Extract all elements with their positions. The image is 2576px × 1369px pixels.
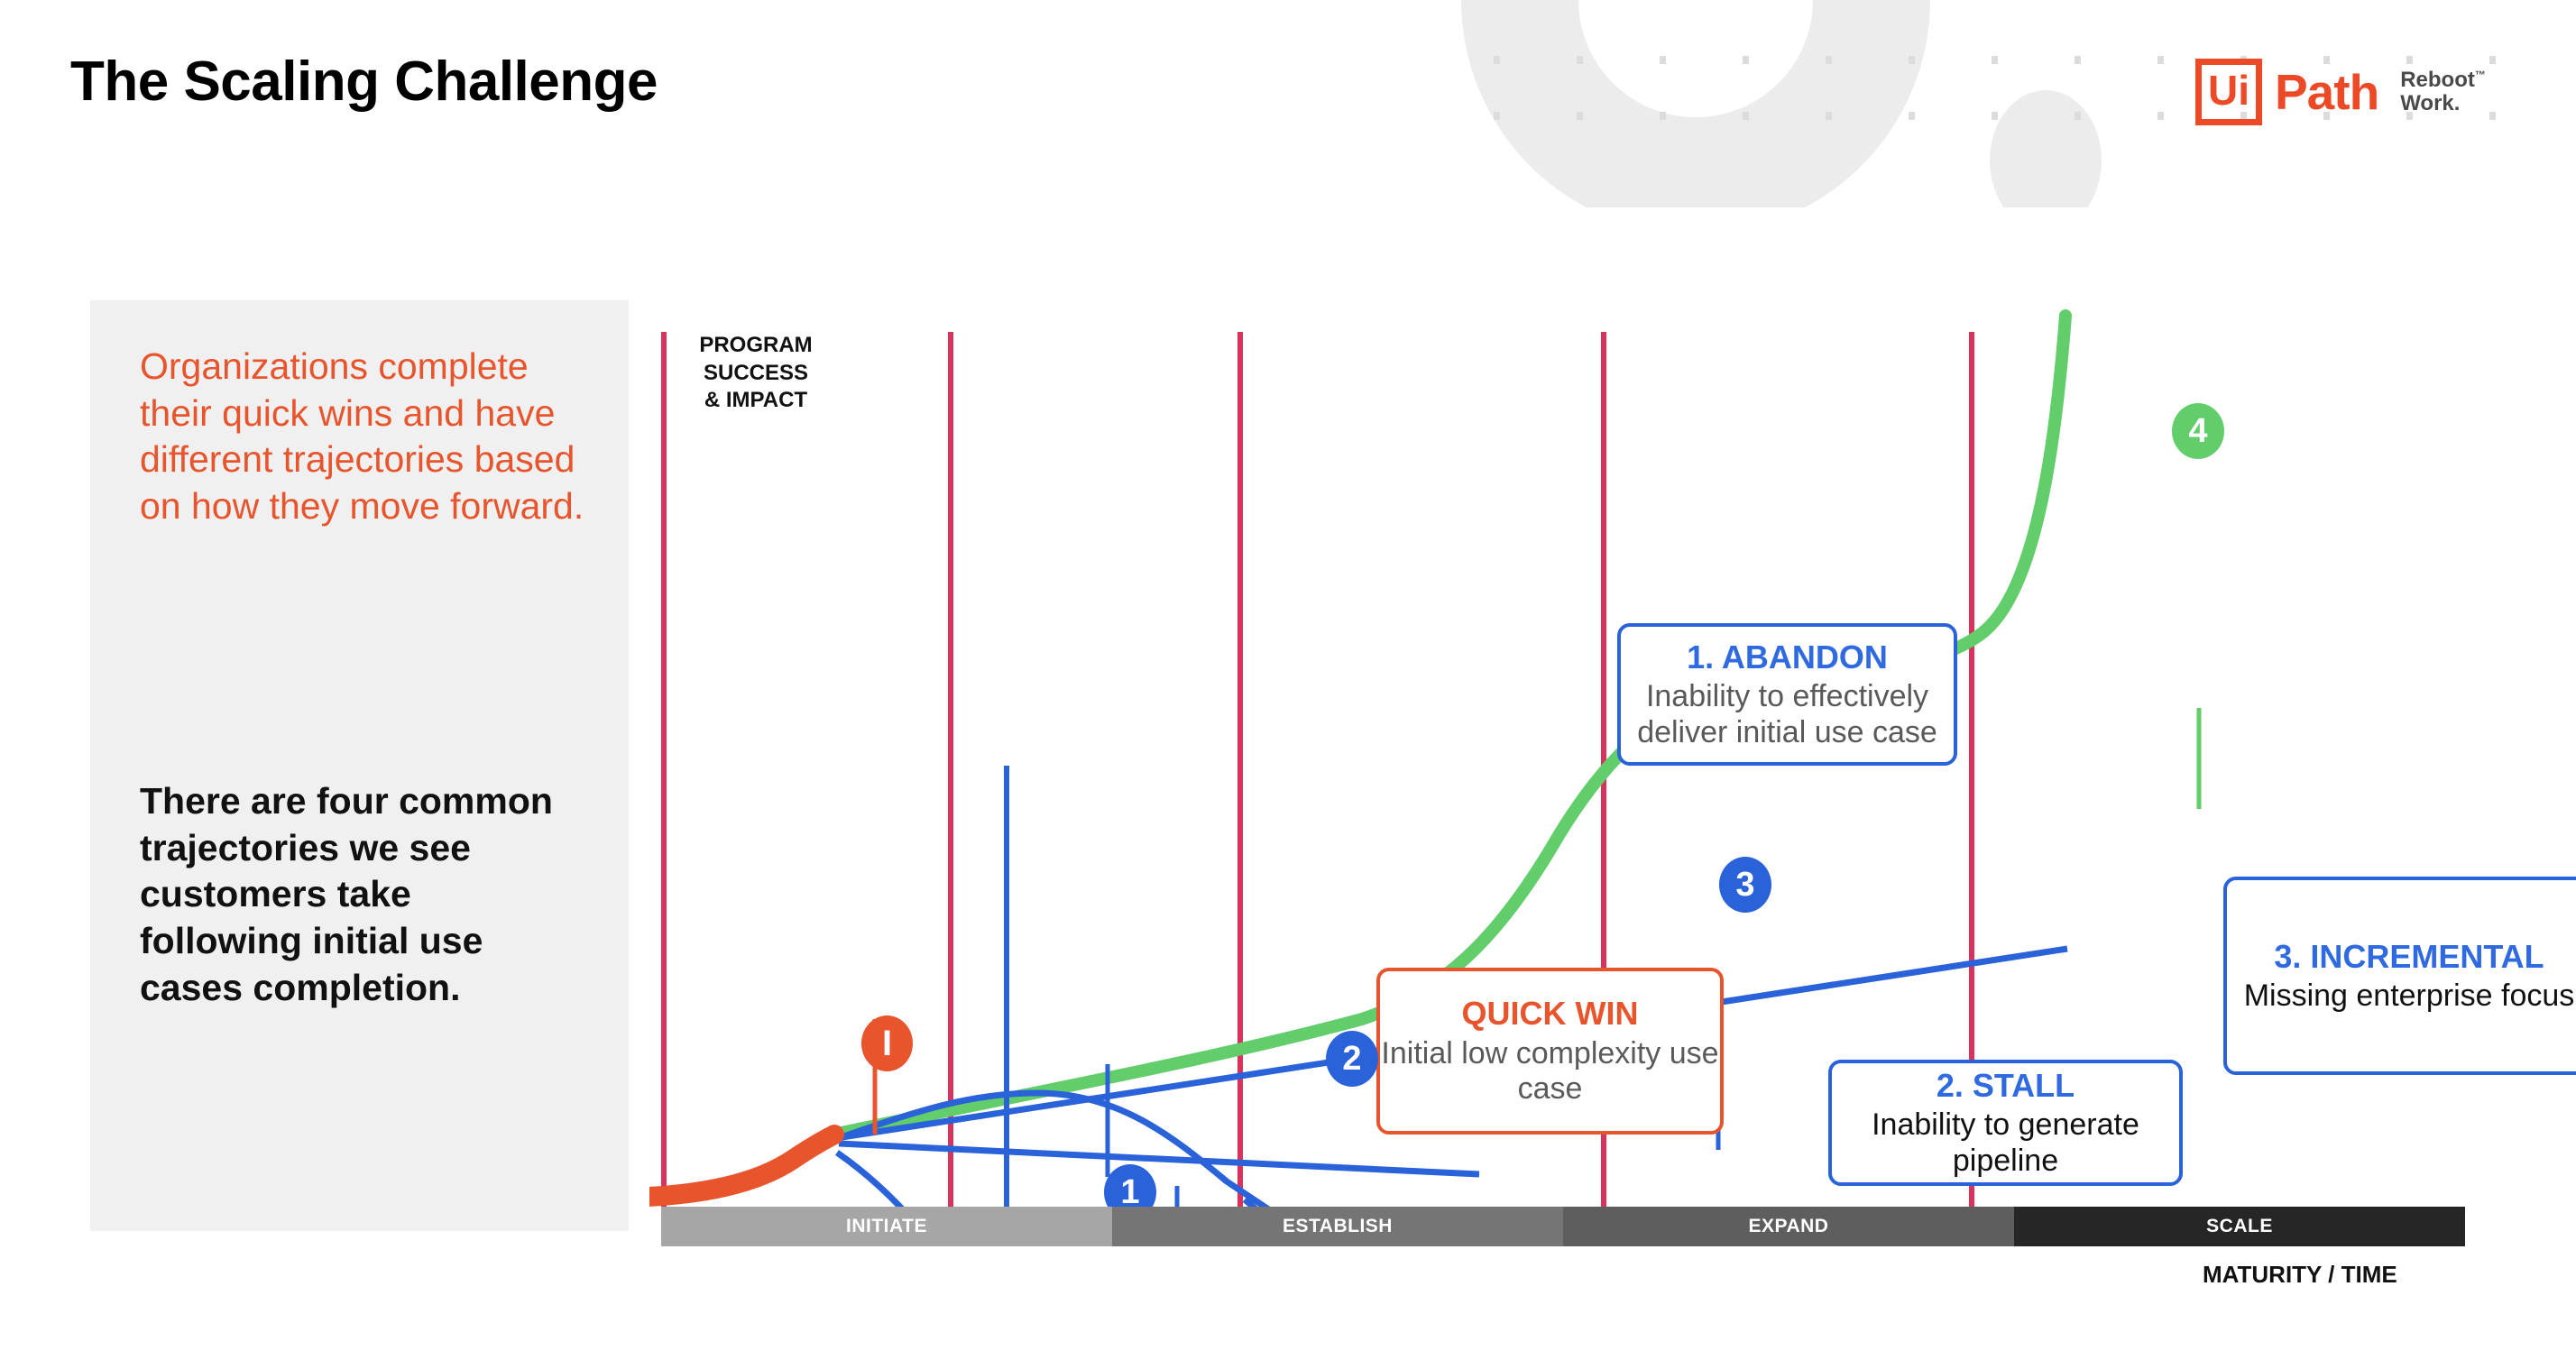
callout-abandon-body: Inability to effectively deliver initial…: [1637, 679, 1937, 749]
x-axis-label: MATURITY / TIME: [2203, 1261, 2397, 1288]
stage-expand[interactable]: EXPAND: [1563, 1207, 2014, 1246]
callout-abandon[interactable]: 1. ABANDON Inability to effectively deli…: [1617, 623, 1957, 766]
callout-quick-win-body: Initial low complexity use case: [1381, 1035, 1719, 1107]
y-axis-label: PROGRAM SUCCESS & IMPACT: [699, 333, 813, 413]
callout-quick-win[interactable]: QUICK WIN Initial low complexity use cas…: [1376, 968, 1724, 1135]
scaling-trajectory-chart: 1. ABANDON Inability to effectively deli…: [649, 271, 2576, 1245]
stage-initiate[interactable]: INITIATE: [661, 1207, 1112, 1246]
uipath-tagline-line1: Reboot: [2400, 68, 2475, 93]
callout-abandon-title: 1. ABANDON: [1687, 638, 1888, 675]
stage-dividers: [661, 332, 1974, 1208]
callout-quick-win-title: QUICK WIN: [1461, 995, 1639, 1033]
callout-stall[interactable]: 2. STALL Inability to generate pipeline: [1828, 1060, 2183, 1186]
node-incremental[interactable]: 3: [1719, 857, 1771, 913]
callout-incremental-title: 3. INCREMENTAL: [2274, 937, 2544, 975]
callout-stall-body: Inability to generate pipeline: [1872, 1107, 2139, 1178]
node-scale[interactable]: 4: [2172, 403, 2224, 459]
uipath-logo-mark: Ui: [2195, 59, 2262, 125]
page-title: The Scaling Challenge: [70, 51, 658, 113]
stage-bar: INITIATE ESTABLISH EXPAND SCALE: [661, 1207, 2465, 1246]
node-stall[interactable]: 2: [1326, 1031, 1378, 1087]
node-initial[interactable]: I: [861, 1015, 913, 1071]
curve-quickwin-ramp: [649, 1125, 844, 1207]
curve-incremental: [838, 1140, 1480, 1178]
uipath-logo: Ui Path Reboot™ Work.: [2195, 59, 2486, 125]
trademark-symbol: ™: [2474, 69, 2486, 82]
callout-incremental-body: Missing enterprise focus: [2243, 978, 2575, 1013]
intro-paragraph-accent: Organizations complete their quick wins …: [140, 345, 584, 527]
callout-incremental[interactable]: 3. INCREMENTAL Missing enterprise focus: [2223, 877, 2576, 1075]
uipath-tagline-line2: Work.: [2400, 91, 2461, 115]
callout-stall-title: 2. STALL: [1936, 1066, 2075, 1104]
intro-paragraph-bold: There are four common trajectories we se…: [140, 780, 553, 1008]
uipath-logo-wordmark: Path: [2275, 63, 2379, 120]
stage-scale[interactable]: SCALE: [2014, 1207, 2465, 1246]
stage-establish[interactable]: ESTABLISH: [1112, 1207, 1563, 1246]
uipath-tagline: Reboot™ Work.: [2400, 69, 2486, 115]
intro-panel: Organizations complete their quick wins …: [90, 300, 629, 1231]
